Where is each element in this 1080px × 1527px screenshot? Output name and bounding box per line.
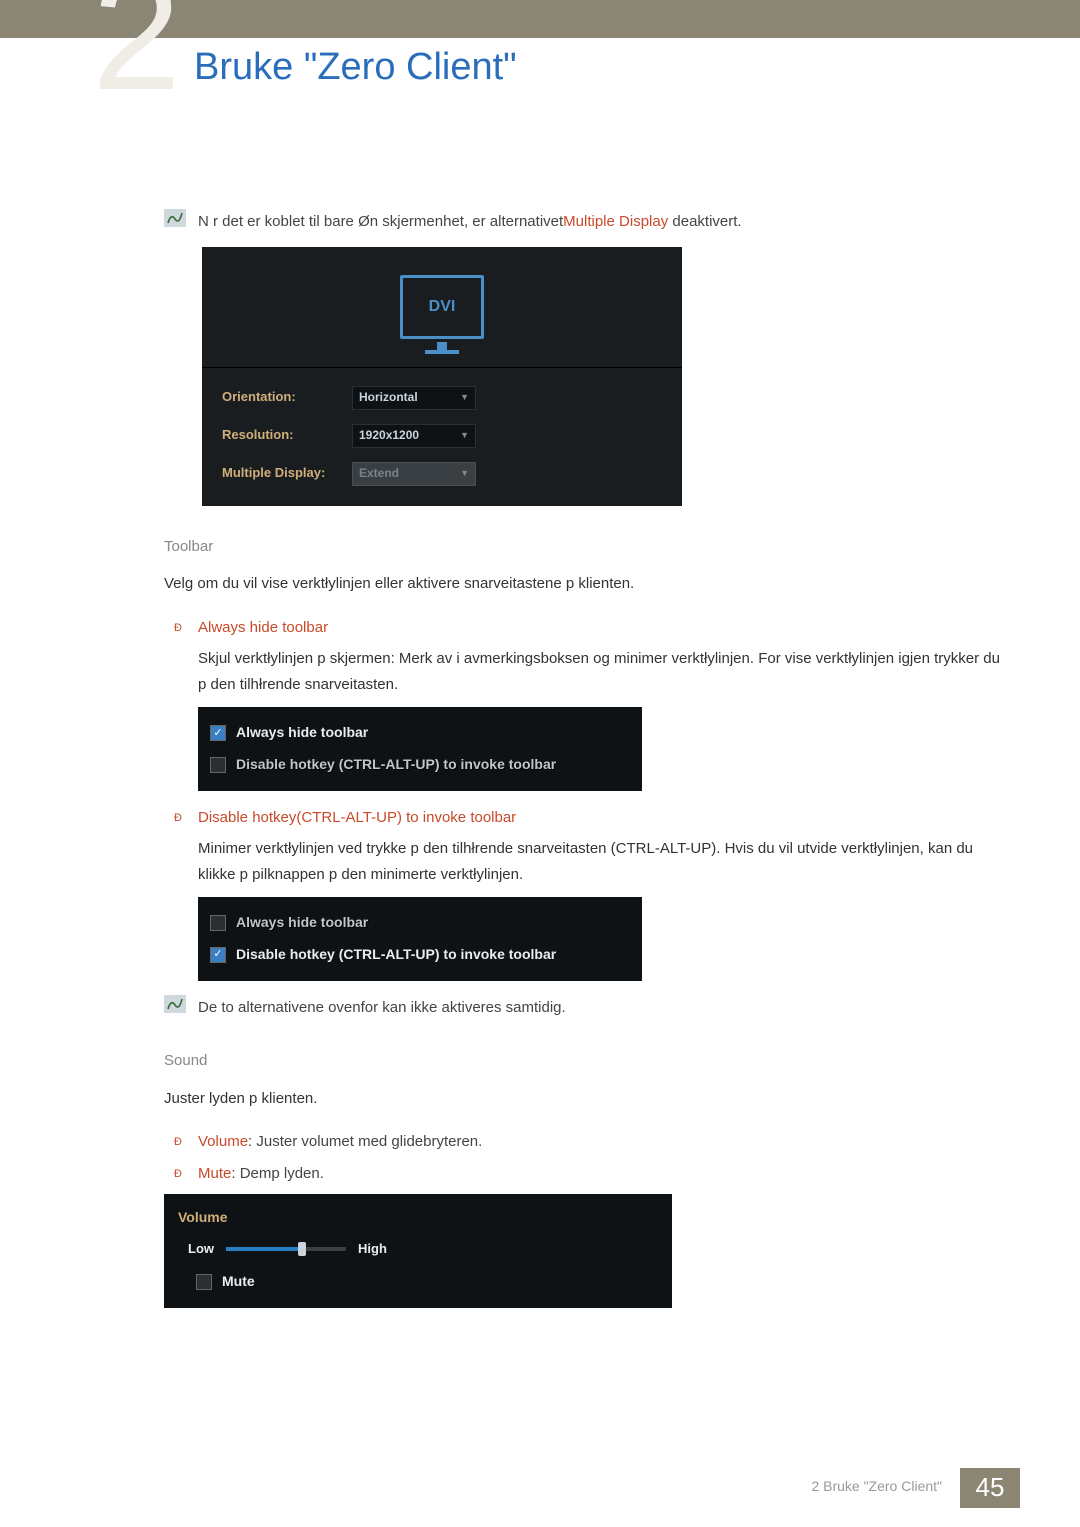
disable-hotkey-title: Disable hotkey(CTRL-ALT-UP) to invoke to… [198, 805, 1020, 831]
checkbox-always-hide-label: Always hide toolbar [236, 911, 368, 935]
chevron-down-icon: ▼ [460, 428, 469, 443]
chevron-down-icon: ▼ [460, 466, 469, 481]
note-exclusive: De to alternativene ovenfor kan ikke akt… [164, 995, 1020, 1021]
display-settings-panel: DVI Orientation: Horizontal▼ Resolution:… [202, 247, 682, 506]
mute-label: Mute [222, 1270, 255, 1294]
checkbox-always-hide[interactable]: ✓ [210, 725, 226, 741]
multiple-display-label: Multiple Display: [222, 462, 352, 484]
always-hide-title: Always hide toolbar [198, 615, 1020, 641]
toolbar-screenshot-1: ✓ Always hide toolbar Disable hotkey (CT… [198, 707, 642, 791]
monitor-icon: DVI [400, 275, 484, 339]
disable-hotkey-body: Minimer verktłylinjen ved trykke p den t… [198, 836, 1010, 887]
bullet-icon: Ð [174, 1161, 198, 1184]
note-single-display: N r det er koblet til bare Øn skjermenhe… [164, 209, 1020, 235]
slider-thumb[interactable] [298, 1242, 306, 1256]
orientation-label: Orientation: [222, 386, 352, 408]
footer-text: 2 Bruke "Zero Client" [811, 1478, 942, 1494]
footer-page-number: 45 [960, 1468, 1020, 1508]
bullet-icon: Ð [174, 805, 198, 828]
note-text: De to alternativene ovenfor kan ikke akt… [198, 995, 566, 1021]
volume-bullet: Volume: Juster volumet med glidebryteren… [198, 1129, 1020, 1155]
checkbox-disable-hotkey[interactable]: ✓ [210, 947, 226, 963]
header-bar: 2 [0, 0, 1080, 38]
monitor-label: DVI [429, 293, 456, 320]
note-text: N r det er koblet til bare Øn skjermenhe… [198, 209, 742, 235]
chevron-down-icon: ▼ [460, 390, 469, 405]
volume-slider[interactable] [226, 1247, 346, 1251]
volume-low-label: Low [188, 1238, 214, 1260]
note-icon [164, 995, 186, 1013]
checkbox-disable-hotkey[interactable] [210, 757, 226, 773]
checkbox-always-hide-label: Always hide toolbar [236, 721, 368, 745]
sound-intro: Juster lyden p klienten. [164, 1086, 1020, 1112]
resolution-label: Resolution: [222, 424, 352, 446]
bullet-icon: Ð [174, 1129, 198, 1152]
volume-title: Volume [178, 1206, 658, 1230]
page-title: Bruke "Zero Client" [108, 38, 1020, 89]
sound-panel: Volume Low High Mute [164, 1194, 672, 1308]
page-footer: 2 Bruke "Zero Client" 45 [108, 1468, 1020, 1508]
multiple-display-select: Extend▼ [352, 462, 476, 486]
monitor-preview: DVI [202, 247, 682, 368]
note-icon [164, 209, 186, 227]
volume-high-label: High [358, 1238, 387, 1260]
checkbox-disable-hotkey-label: Disable hotkey (CTRL-ALT-UP) to invoke t… [236, 753, 556, 777]
resolution-select[interactable]: 1920x1200▼ [352, 424, 476, 448]
toolbar-heading: Toolbar [164, 534, 1020, 560]
always-hide-body: Skjul verktłylinjen p skjermen: Merk av … [198, 646, 1010, 697]
orientation-select[interactable]: Horizontal▼ [352, 386, 476, 410]
checkbox-disable-hotkey-label: Disable hotkey (CTRL-ALT-UP) to invoke t… [236, 943, 556, 967]
toolbar-intro: Velg om du vil vise verktłylinjen eller … [164, 571, 1020, 597]
toolbar-screenshot-2: Always hide toolbar ✓ Disable hotkey (CT… [198, 897, 642, 981]
checkbox-always-hide[interactable] [210, 915, 226, 931]
mute-checkbox[interactable] [196, 1274, 212, 1290]
bullet-icon: Ð [174, 615, 198, 638]
mute-bullet: Mute: Demp lyden. [198, 1161, 1020, 1187]
sound-heading: Sound [164, 1048, 1020, 1074]
